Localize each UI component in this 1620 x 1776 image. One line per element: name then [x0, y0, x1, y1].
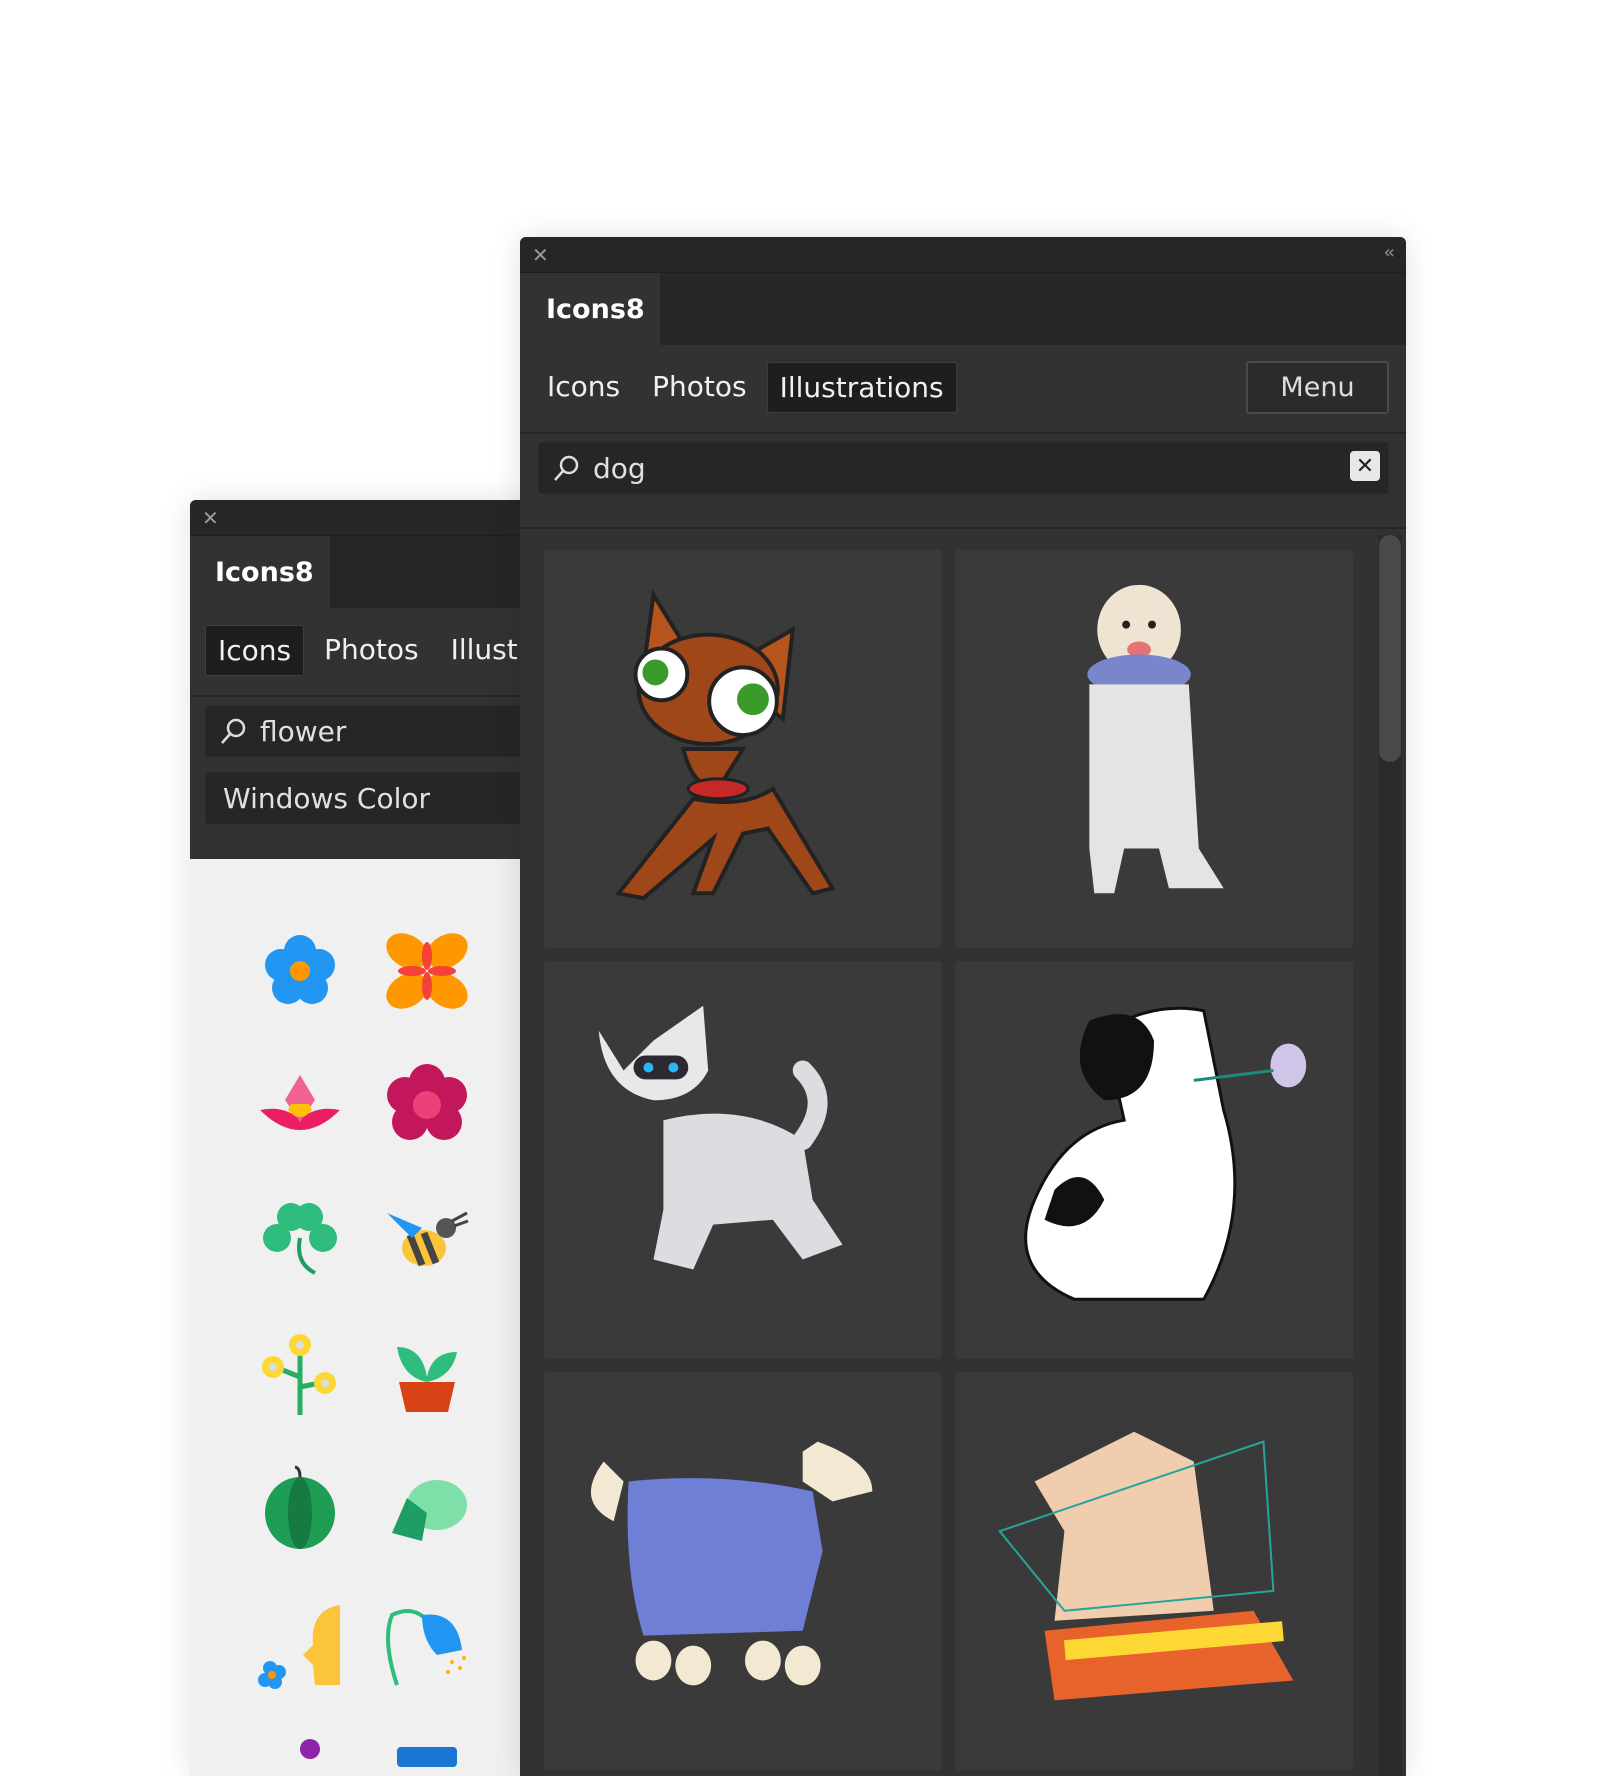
panel-title-tab[interactable]: Icons8 [520, 273, 660, 346]
violet-icon[interactable] [255, 1709, 345, 1776]
clear-icon[interactable]: ✕ [1350, 451, 1380, 481]
search-icon [221, 718, 246, 744]
title-bar: ✕ [190, 500, 535, 535]
blue-flower-icon[interactable] [255, 926, 345, 1016]
search-input[interactable]: flower [205, 705, 535, 757]
tab-bar: Icons Photos Illustrations [205, 625, 535, 676]
scrollbar-thumb[interactable] [1379, 535, 1401, 762]
title-bar: ✕ ‹‹ [520, 237, 1406, 272]
icons8-panel-back: ✕ Icons8 Icons Photos Illustrations flow… [190, 500, 535, 1776]
search-icon [554, 455, 579, 481]
search-value: flower [260, 714, 347, 748]
tab-photos[interactable]: Photos [312, 625, 430, 676]
panel-header: Icons8 [190, 535, 535, 609]
yellow-flowers-icon[interactable] [255, 1327, 345, 1417]
tab-bar: Icons Photos Illustrations [535, 362, 957, 413]
menu-button[interactable]: Menu [1246, 361, 1389, 414]
potted-plant-icon[interactable] [382, 1327, 472, 1417]
icon-grid [190, 859, 535, 1776]
tab-photos[interactable]: Photos [640, 362, 758, 413]
bluebell-icon[interactable] [382, 1600, 472, 1690]
hops-icon[interactable] [382, 1463, 472, 1553]
style-select-value: Windows Color [223, 781, 430, 815]
search-value: dog [593, 451, 646, 485]
result-cartoon-chihuahua[interactable] [544, 550, 942, 948]
result-dog-in-sweater[interactable] [544, 1372, 942, 1770]
smelling-flower-icon[interactable] [255, 1600, 345, 1690]
scrollbar[interactable] [1378, 535, 1402, 1776]
close-icon[interactable]: ✕ [202, 506, 219, 530]
panel-header: Icons8 [520, 272, 1406, 346]
tab-icons[interactable]: Icons [535, 362, 632, 413]
panel-title-tab[interactable]: Icons8 [190, 536, 330, 609]
icons8-panel-front: ✕ ‹‹ Icons8 Icons Photos Illustrations M… [520, 237, 1406, 1776]
search-input[interactable]: dog ✕ [538, 442, 1389, 494]
result-dog-with-rose[interactable] [955, 961, 1353, 1359]
close-icon[interactable]: ✕ [532, 243, 549, 267]
style-select[interactable]: Windows Color [205, 772, 535, 824]
watermelon-icon[interactable] [255, 1463, 345, 1553]
red-flower-icon[interactable] [382, 1060, 472, 1150]
bee-icon[interactable] [382, 1193, 472, 1283]
double-chevron-left-icon[interactable]: ‹‹ [1384, 242, 1396, 263]
tab-illustrations[interactable]: Illustrations [766, 362, 957, 413]
tab-icons[interactable]: Icons [205, 625, 305, 676]
lotus-icon[interactable] [255, 1060, 345, 1150]
orange-flower-icon[interactable] [382, 926, 472, 1016]
result-dog-astronaut[interactable] [955, 550, 1353, 948]
result-robot-dog[interactable] [544, 961, 942, 1359]
clover-icon[interactable] [255, 1193, 345, 1283]
result-dog-with-cone[interactable] [955, 1372, 1353, 1770]
watering-can-icon[interactable] [382, 1709, 472, 1776]
